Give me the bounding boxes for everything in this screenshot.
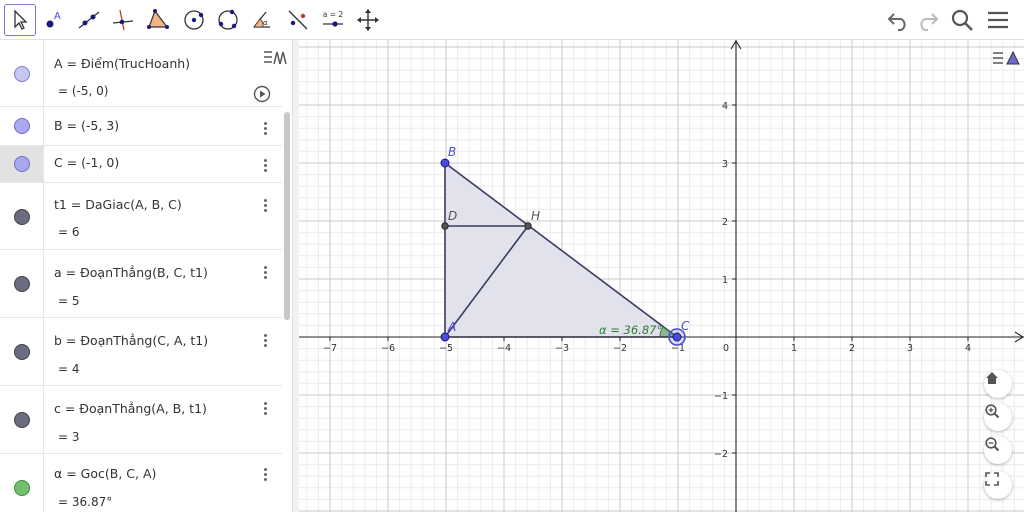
search-icon[interactable] xyxy=(948,6,976,34)
algebra-row-c[interactable]: C = (-1, 0) xyxy=(0,146,282,183)
algebra-definition: C = (-1, 0) xyxy=(54,155,120,170)
x-tick-label: 1 xyxy=(791,343,797,354)
more-options-icon[interactable] xyxy=(262,400,268,417)
algebra-value: = 3 xyxy=(58,430,80,444)
y-tick-label: 1 xyxy=(722,275,728,286)
visibility-toggle[interactable] xyxy=(14,156,30,172)
algebra-value: = 5 xyxy=(58,294,80,308)
polygon-tool-icon[interactable] xyxy=(142,4,174,36)
more-options-icon[interactable] xyxy=(262,466,268,483)
point-d-label: D xyxy=(448,209,457,223)
algebra-view: A = Điểm(TrucHoanh) = (-5, 0) B = (-5, 3… xyxy=(0,40,292,512)
algebra-row-a-segment[interactable]: a = ĐoạnThẳng(B, C, t1) = 5 xyxy=(0,250,282,318)
point-h[interactable] xyxy=(524,222,532,230)
triangle-t1[interactable] xyxy=(444,161,680,338)
menu-icon[interactable] xyxy=(984,6,1012,34)
graphics-view[interactable]: α = 36.87° −7 −6 −5 −4 −3 −2 −1 0 1 2 3 4 4 3 2 1 −1 −2 B… xyxy=(299,40,1024,512)
algebra-row-b[interactable]: B = (-5, 3) xyxy=(0,107,282,146)
angle-alpha-label: α = 36.87° xyxy=(599,323,662,337)
algebra-row-c-segment[interactable]: c = ĐoạnThẳng(A, B, t1) = 3 xyxy=(0,386,282,454)
more-options-icon[interactable] xyxy=(262,264,268,281)
minor-grid xyxy=(299,40,1024,512)
point-d[interactable] xyxy=(441,222,449,230)
y-tick-label: 2 xyxy=(722,217,728,228)
fullscreen-icon[interactable] xyxy=(984,471,1012,499)
x-tick-label: −7 xyxy=(323,343,337,354)
svg-text:A: A xyxy=(54,11,61,22)
line-tool-icon[interactable] xyxy=(73,4,105,36)
zoom-in-icon[interactable] xyxy=(984,403,1012,431)
algebra-row-b-segment[interactable]: b = ĐoạnThẳng(C, A, t1) = 4 xyxy=(0,318,282,386)
point-c-label: C xyxy=(681,319,690,333)
x-tick-label: 2 xyxy=(849,343,855,354)
x-tick-label: −4 xyxy=(497,343,511,354)
x-tick-label: −5 xyxy=(439,343,453,354)
y-tick-label: 4 xyxy=(722,101,728,112)
algebra-definition: α = Goc(B, C, A) xyxy=(54,466,157,481)
algebra-style-bar-icon[interactable] xyxy=(262,47,290,69)
graphics-style-bar-icon[interactable] xyxy=(991,46,1021,72)
algebra-value: = 4 xyxy=(58,362,80,376)
angle-tool-icon[interactable]: α xyxy=(247,4,279,36)
slider-tool-icon[interactable]: a = 2 xyxy=(317,4,349,36)
visibility-toggle[interactable] xyxy=(14,66,30,82)
point-a-label: A xyxy=(447,320,456,334)
algebra-row-alpha[interactable]: α = Goc(B, C, A) = 36.87° xyxy=(0,454,282,512)
algebra-row-a[interactable]: A = Điểm(TrucHoanh) = (-5, 0) xyxy=(0,40,282,107)
circle-three-points-tool-icon[interactable] xyxy=(212,4,244,36)
move-graphics-view-tool-icon[interactable] xyxy=(352,4,384,36)
algebra-definition: c = ĐoạnThẳng(A, B, t1) xyxy=(54,401,207,416)
visibility-toggle[interactable] xyxy=(14,480,30,496)
visibility-toggle[interactable] xyxy=(14,344,30,360)
visibility-toggle[interactable] xyxy=(14,412,30,428)
algebra-value: = (-5, 0) xyxy=(58,84,109,98)
algebra-value: = 36.87° xyxy=(58,495,113,509)
more-options-icon[interactable] xyxy=(262,332,268,349)
svg-text:a = 2: a = 2 xyxy=(323,10,344,19)
x-tick-label: 4 xyxy=(965,343,971,354)
move-tool-icon[interactable] xyxy=(4,4,36,36)
more-options-icon[interactable] xyxy=(262,120,268,137)
x-tick-label: 0 xyxy=(723,343,729,354)
redo-icon[interactable] xyxy=(914,6,942,34)
svg-text:α: α xyxy=(263,19,268,27)
more-options-icon[interactable] xyxy=(262,197,268,214)
point-b-label: B xyxy=(448,145,456,159)
algebra-definition: B = (-5, 3) xyxy=(54,118,120,133)
x-tick-label: −3 xyxy=(555,343,569,354)
point-h-label: H xyxy=(531,209,540,223)
algebra-definition: t1 = DaGiac(A, B, C) xyxy=(54,197,182,212)
reflect-tool-icon[interactable] xyxy=(282,4,314,36)
y-tick-label: 3 xyxy=(722,159,728,170)
x-tick-label: −6 xyxy=(381,343,395,354)
play-icon[interactable] xyxy=(253,85,271,103)
algebra-definition: a = ĐoạnThẳng(B, C, t1) xyxy=(54,265,208,280)
more-options-icon[interactable] xyxy=(262,157,268,174)
x-tick-label: −2 xyxy=(613,343,627,354)
undo-icon[interactable] xyxy=(884,6,912,34)
toolbar: A α a = 2 xyxy=(0,0,1024,40)
point-b[interactable] xyxy=(440,158,450,168)
zoom-out-icon[interactable] xyxy=(984,436,1012,464)
perpendicular-line-tool-icon[interactable] xyxy=(107,4,139,36)
point-a[interactable] xyxy=(440,332,450,342)
algebra-row-t1[interactable]: t1 = DaGiac(A, B, C) = 6 xyxy=(0,183,282,250)
y-tick-label: −2 xyxy=(714,449,728,460)
y-tick-label: −1 xyxy=(714,391,728,402)
visibility-toggle[interactable] xyxy=(14,118,30,134)
graphics-canvas[interactable]: α = 36.87° −7 −6 −5 −4 −3 −2 −1 0 1 2 3 44321−1−2 B… xyxy=(299,40,1024,512)
visibility-toggle[interactable] xyxy=(14,276,30,292)
panel-divider[interactable] xyxy=(292,40,299,512)
point-c[interactable] xyxy=(672,332,682,342)
algebra-value: = 6 xyxy=(58,225,80,239)
algebra-scrollbar[interactable] xyxy=(284,112,290,320)
x-tick-label: 3 xyxy=(907,343,913,354)
point-tool-icon[interactable]: A xyxy=(38,4,70,36)
algebra-definition: A = Điểm(TrucHoanh) xyxy=(54,56,191,71)
circle-center-point-tool-icon[interactable] xyxy=(178,4,210,36)
home-icon[interactable] xyxy=(984,370,1012,398)
algebra-definition: b = ĐoạnThẳng(C, A, t1) xyxy=(54,333,209,348)
visibility-toggle[interactable] xyxy=(14,209,30,225)
